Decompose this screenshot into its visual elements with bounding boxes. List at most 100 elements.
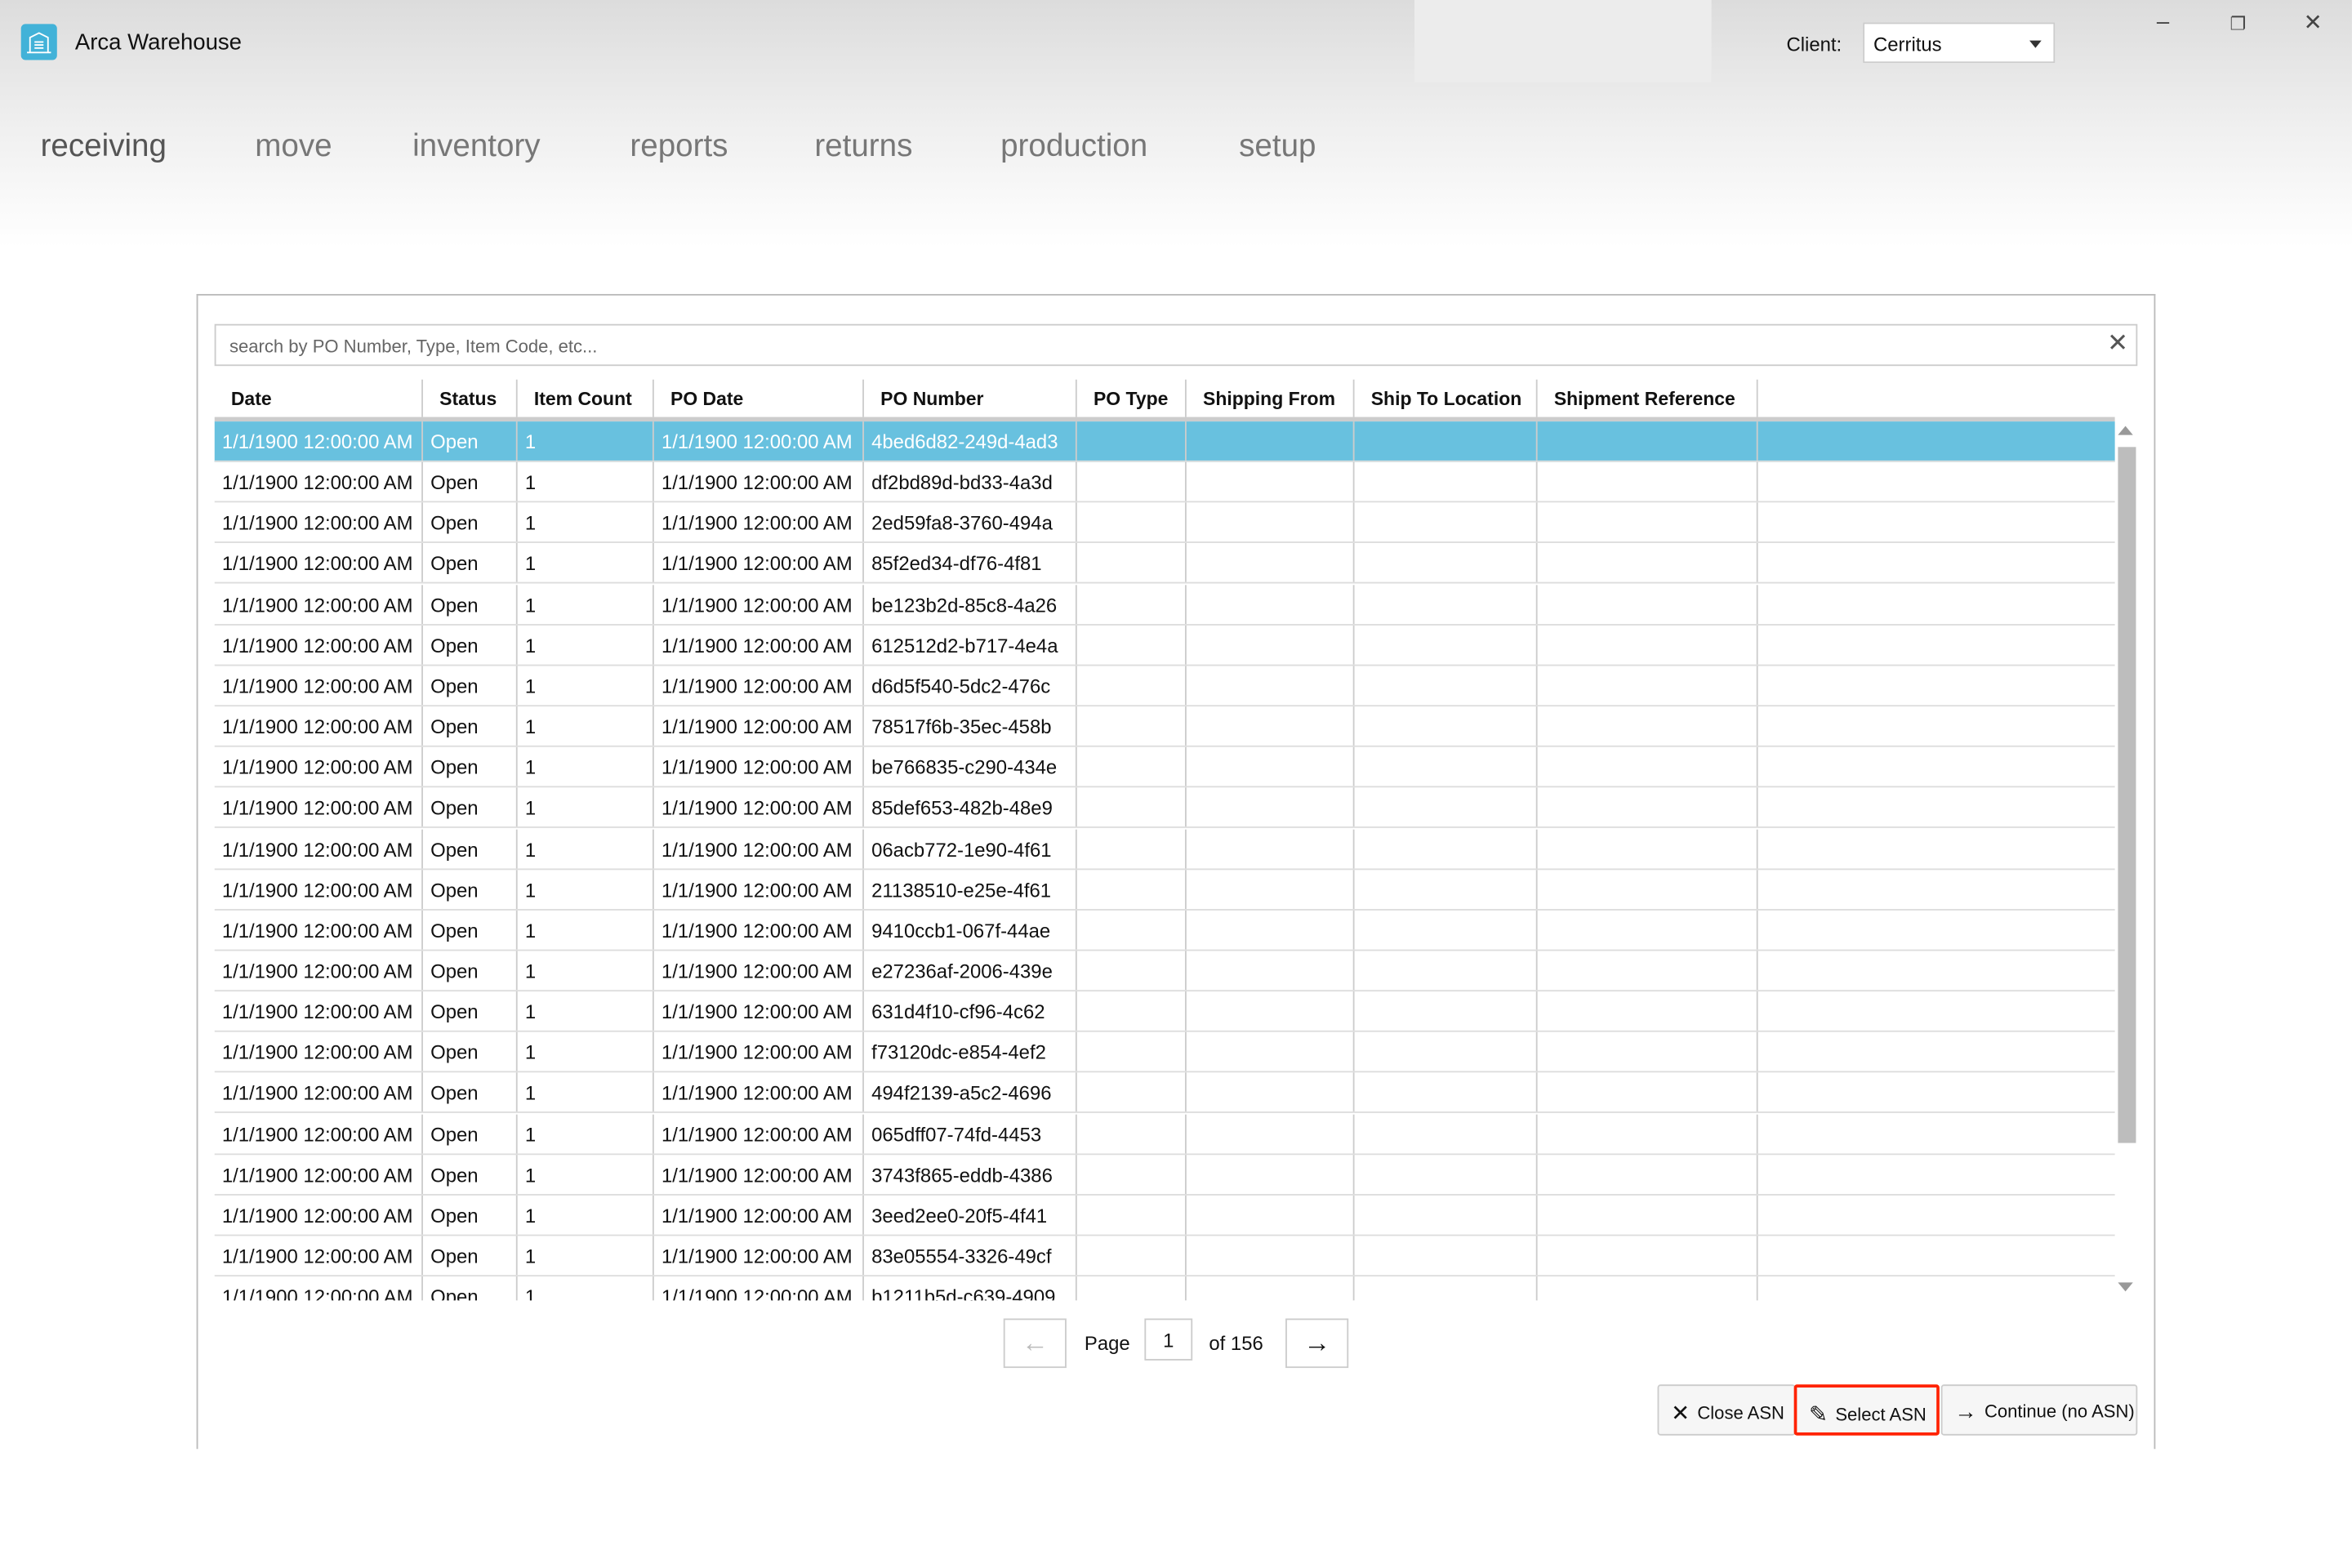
column-header[interactable]: Shipping From (1187, 379, 1355, 417)
scrollbar-thumb[interactable] (2118, 447, 2136, 1143)
table-cell: 1 (518, 461, 654, 501)
table-row[interactable]: 1/1/1900 12:00:00 AM Open 1 1/1/1900 12:00:… (214, 1154, 2115, 1196)
search-input[interactable]: search by PO Number, Type, Item Code, et… (214, 323, 2138, 367)
table-row[interactable]: 1/1/1900 12:00:00 AM Open 1 1/1/1900 12:00:… (214, 584, 2115, 626)
table-cell (1538, 706, 1758, 746)
table-row[interactable]: 1/1/1900 12:00:00 AM Open 1 1/1/1900 12:00:… (214, 1113, 2115, 1155)
nav-reports[interactable]: reports (630, 129, 728, 165)
table-cell (1077, 543, 1187, 583)
column-header[interactable]: Status (423, 379, 518, 417)
table-cell (1758, 747, 2115, 786)
table-cell (1758, 991, 2115, 1031)
table-row[interactable]: 1/1/1900 12:00:00 AM Open 1 1/1/1900 12:00:… (214, 706, 2115, 747)
table-cell (1355, 543, 1538, 583)
table-cell (1077, 951, 1187, 991)
table-cell (1077, 1113, 1187, 1153)
table-cell (1187, 502, 1355, 542)
table-cell (1355, 910, 1538, 950)
table-row[interactable]: 1/1/1900 12:00:00 AM Open 1 1/1/1900 12:00:… (214, 625, 2115, 666)
table-cell: 1 (518, 869, 654, 909)
table-cell (1077, 666, 1187, 706)
table-cell: 1/1/1900 12:00:00 AM (215, 1032, 423, 1071)
table-cell: d6d5f540-5dc2-476c (864, 666, 1077, 706)
nav-setup[interactable]: setup (1239, 129, 1316, 165)
table-cell: 85f2ed34-df76-4f81 (864, 543, 1077, 583)
table-row[interactable]: 1/1/1900 12:00:00 AM Open 1 1/1/1900 12:00:… (214, 461, 2115, 503)
warehouse-icon (20, 24, 57, 60)
table-cell (1538, 1113, 1758, 1153)
table-row[interactable]: 1/1/1900 12:00:00 AM Open 1 1/1/1900 12:00:… (214, 869, 2115, 911)
column-header[interactable]: Date (215, 379, 423, 417)
nav-inventory[interactable]: inventory (412, 129, 541, 165)
table-cell: 1/1/1900 12:00:00 AM (654, 584, 864, 624)
table-row[interactable]: 1/1/1900 12:00:00 AM Open 1 1/1/1900 12:00:… (214, 991, 2115, 1032)
table-cell: 1/1/1900 12:00:00 AM (215, 706, 423, 746)
table-cell (1538, 910, 1758, 950)
clear-search-icon[interactable]: ✕ (2107, 328, 2128, 359)
table-cell: 494f2139-a5c2-4696 (864, 1072, 1077, 1112)
table-cell: 1/1/1900 12:00:00 AM (215, 747, 423, 786)
table-cell: 1/1/1900 12:00:00 AM (215, 666, 423, 706)
table-cell (1355, 421, 1538, 461)
table-cell (1355, 625, 1538, 665)
table-row[interactable]: 1/1/1900 12:00:00 AM Open 1 1/1/1900 12:00:… (214, 421, 2115, 462)
table-cell (1187, 543, 1355, 583)
nav-production[interactable]: production (1000, 129, 1147, 165)
table-cell: Open (423, 1032, 518, 1071)
restore-icon[interactable]: ❐ (2223, 14, 2253, 35)
table-row[interactable]: 1/1/1900 12:00:00 AM Open 1 1/1/1900 12:00:… (214, 502, 2115, 544)
table-row[interactable]: 1/1/1900 12:00:00 AM Open 1 1/1/1900 12:00:… (215, 1276, 2115, 1301)
table-cell (1077, 706, 1187, 746)
table-cell: 1/1/1900 12:00:00 AM (654, 951, 864, 991)
close-window-icon[interactable]: ✕ (2298, 9, 2328, 36)
continue-no-asn-button[interactable]: → Continue (no ASN) (1940, 1384, 2138, 1436)
column-header[interactable]: PO Type (1077, 379, 1187, 417)
column-header[interactable]: Ship To Location (1355, 379, 1538, 417)
page-number-input[interactable]: 1 (1144, 1318, 1193, 1361)
table-cell: Open (423, 625, 518, 665)
next-page-button[interactable]: → (1285, 1318, 1349, 1369)
vertical-scrollbar[interactable] (2115, 421, 2138, 1300)
table-cell: 1 (518, 1276, 654, 1301)
table-cell: 1/1/1900 12:00:00 AM (654, 461, 864, 501)
table-cell: Open (423, 787, 518, 827)
table-cell (1187, 1195, 1355, 1235)
table-cell: 1/1/1900 12:00:00 AM (654, 1113, 864, 1153)
client-dropdown[interactable]: Cerritus (1863, 22, 2056, 64)
table-row[interactable]: 1/1/1900 12:00:00 AM Open 1 1/1/1900 12:00:… (214, 666, 2115, 706)
table-row[interactable]: 1/1/1900 12:00:00 AM Open 1 1/1/1900 12:00:… (214, 747, 2115, 788)
scroll-up-icon[interactable] (2118, 425, 2133, 435)
column-header[interactable]: PO Number (864, 379, 1077, 417)
table-row[interactable]: 1/1/1900 12:00:00 AM Open 1 1/1/1900 12:00:… (214, 951, 2115, 991)
table-row[interactable]: 1/1/1900 12:00:00 AM Open 1 1/1/1900 12:00:… (214, 828, 2115, 870)
column-header[interactable]: PO Date (654, 379, 864, 417)
nav-move[interactable]: move (255, 129, 332, 165)
table-row[interactable]: 1/1/1900 12:00:00 AM Open 1 1/1/1900 12:00:… (214, 1072, 2115, 1114)
table-row[interactable]: 1/1/1900 12:00:00 AM Open 1 1/1/1900 12:00:… (214, 910, 2115, 951)
column-header[interactable]: Shipment Reference (1538, 379, 1758, 417)
table-cell: 1 (518, 747, 654, 786)
table-cell: 2ed59fa8-3760-494a (864, 502, 1077, 542)
close-asn-button[interactable]: ✕ Close ASN (1657, 1384, 1796, 1436)
table-cell (1538, 421, 1758, 461)
table-row[interactable]: 1/1/1900 12:00:00 AM Open 1 1/1/1900 12:00:… (214, 1195, 2115, 1236)
select-asn-button[interactable]: ✎ Select ASN (1793, 1384, 1940, 1436)
table-cell (1187, 666, 1355, 706)
table-cell: 1 (518, 828, 654, 868)
table-cell: 1/1/1900 12:00:00 AM (215, 584, 423, 624)
page-count: of 156 (1209, 1331, 1263, 1355)
column-header[interactable]: Item Count (518, 379, 654, 417)
scroll-down-icon[interactable] (2118, 1282, 2133, 1292)
table-row[interactable]: 1/1/1900 12:00:00 AM Open 1 1/1/1900 12:00:… (214, 787, 2115, 829)
table-cell (1355, 1195, 1538, 1235)
table-cell: Open (423, 1113, 518, 1153)
table-cell (1077, 1195, 1187, 1235)
table-cell (1355, 461, 1538, 501)
table-row[interactable]: 1/1/1900 12:00:00 AM Open 1 1/1/1900 12:00:… (214, 1032, 2115, 1073)
nav-returns[interactable]: returns (814, 129, 912, 165)
table-row[interactable]: 1/1/1900 12:00:00 AM Open 1 1/1/1900 12:00:… (214, 543, 2115, 585)
prev-page-button[interactable]: ← (1003, 1318, 1067, 1369)
table-row[interactable]: 1/1/1900 12:00:00 AM Open 1 1/1/1900 12:00:… (214, 1236, 2115, 1277)
minimize-icon[interactable]: – (2148, 9, 2178, 34)
nav-receiving[interactable]: receiving (41, 129, 167, 165)
